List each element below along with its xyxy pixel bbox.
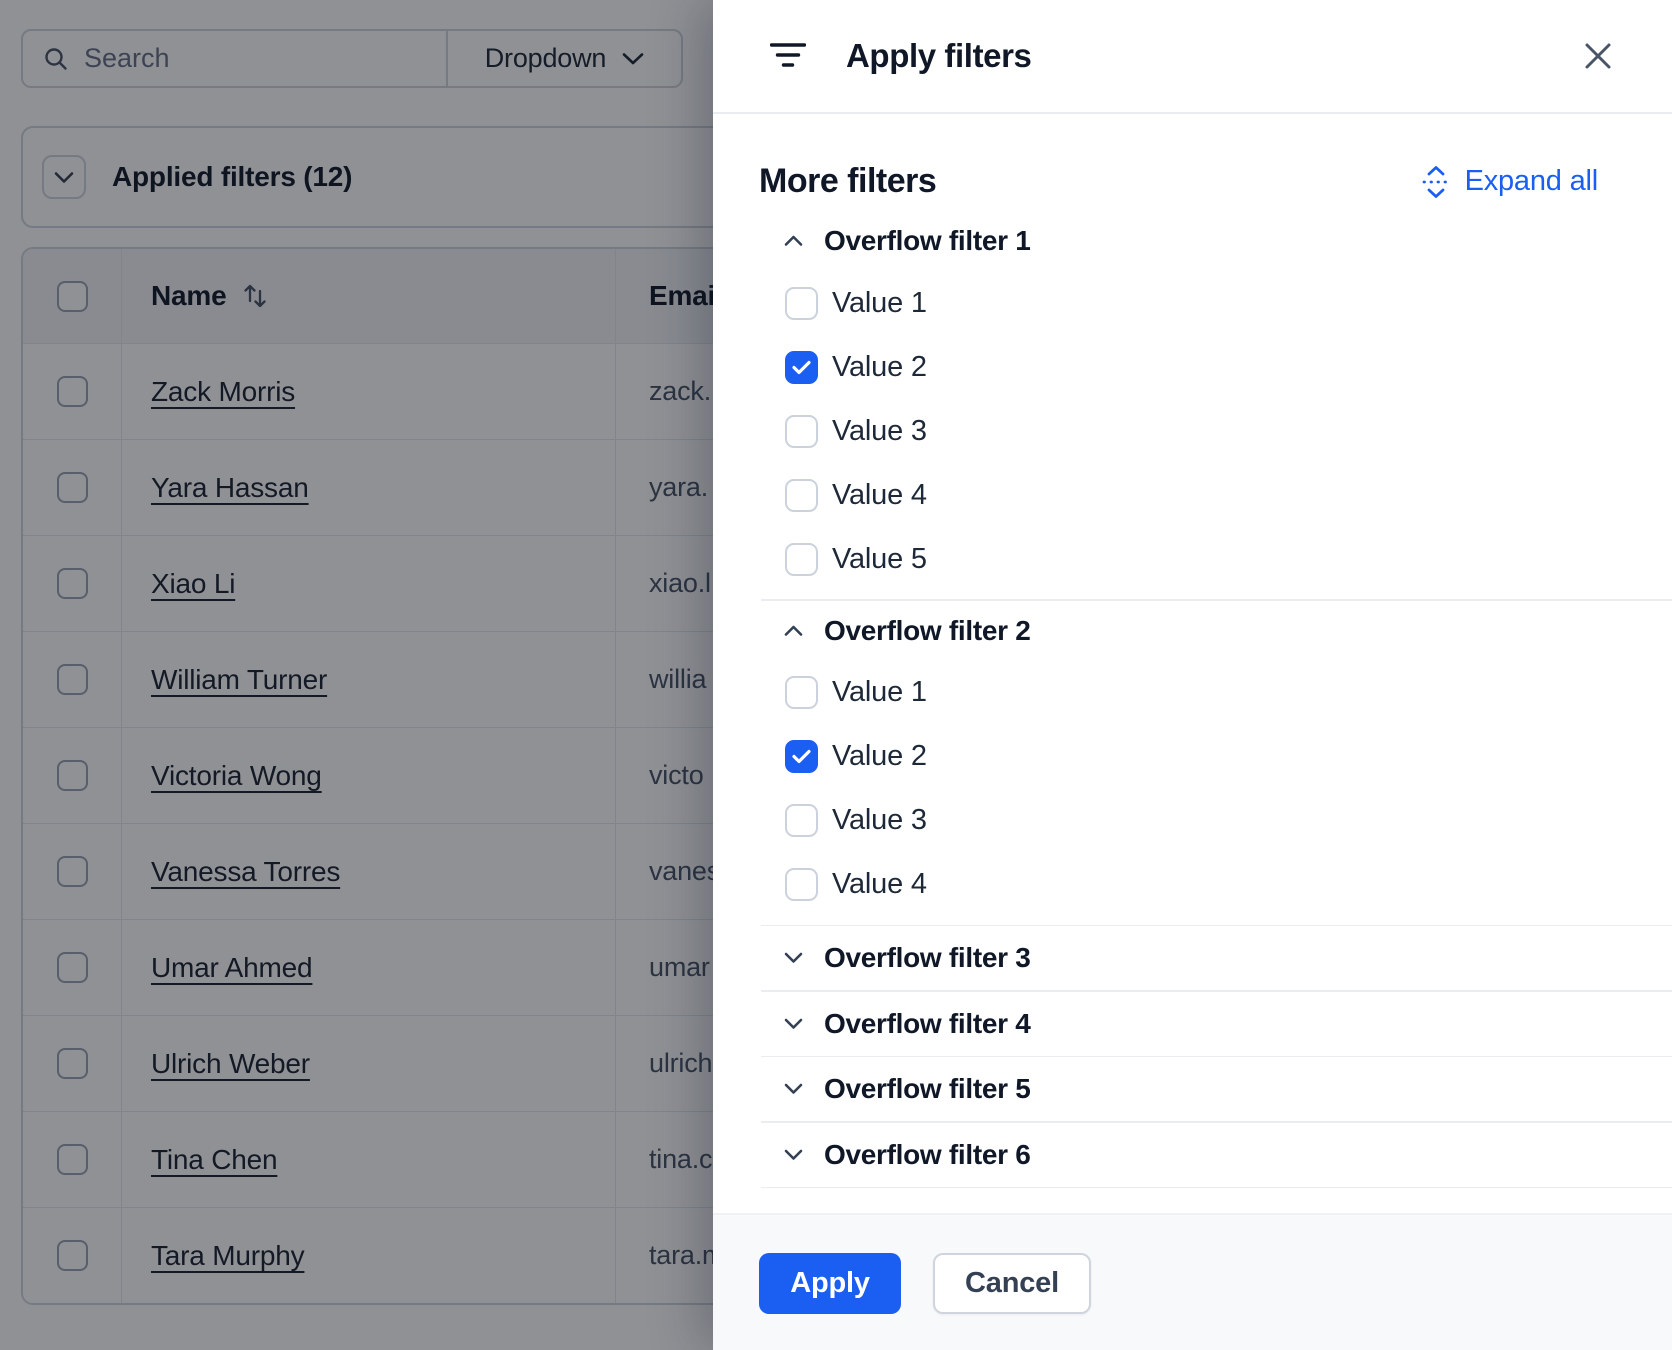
filter-value-row[interactable]: Value 1 [713, 661, 1672, 725]
value-label: Value 1 [832, 676, 927, 709]
filter-section: Overflow filter 6 [713, 1123, 1672, 1189]
checkmark-icon [792, 360, 811, 375]
filter-section-toggle[interactable]: Overflow filter 4 [713, 992, 1672, 1056]
filter-lines-icon [770, 41, 806, 71]
filter-section-title: Overflow filter 5 [824, 1073, 1031, 1105]
filter-value-row[interactable]: Value 2 [713, 335, 1672, 399]
filter-section-title: Overflow filter 4 [824, 1008, 1031, 1040]
filter-section: Overflow filter 4 [713, 992, 1672, 1058]
chevron-icon [784, 235, 803, 247]
close-button[interactable] [1576, 34, 1620, 78]
filter-section: Overflow filter 2 Value 1 Value 2 [713, 609, 1672, 927]
value-checkbox[interactable] [785, 351, 818, 384]
value-label: Value 2 [832, 740, 927, 773]
filter-sections: Overflow filter 1 Value 1 Value 2 [713, 219, 1672, 1188]
filter-value-row[interactable]: Value 5 [713, 527, 1672, 591]
filter-value-row[interactable]: Value 1 [713, 271, 1672, 335]
filter-section: Overflow filter 5 [713, 1057, 1672, 1123]
filter-section-toggle[interactable]: Overflow filter 2 [713, 609, 1672, 653]
value-label: Value 1 [832, 287, 927, 320]
page: Dropdown Applied filters (12) Name [0, 0, 1672, 1350]
filter-value-row[interactable]: Value 2 [713, 725, 1672, 789]
filter-value-row[interactable]: Value 4 [713, 853, 1672, 917]
value-checkbox[interactable] [785, 676, 818, 709]
section-divider [761, 599, 1672, 601]
value-checkbox[interactable] [785, 479, 818, 512]
drawer-header: Apply filters [713, 0, 1672, 114]
cancel-button[interactable]: Cancel [933, 1253, 1091, 1314]
filter-value-row[interactable]: Value 3 [713, 399, 1672, 463]
filter-section: Overflow filter 3 [713, 926, 1672, 992]
expand-all-label: Expand all [1465, 165, 1598, 198]
filter-section-toggle[interactable]: Overflow filter 5 [713, 1057, 1672, 1121]
value-label: Value 4 [832, 479, 927, 512]
value-checkbox[interactable] [785, 287, 818, 320]
filter-section-toggle[interactable]: Overflow filter 6 [713, 1123, 1672, 1187]
drawer-body: More filters Expand all Overflow fi [713, 114, 1672, 1213]
value-checkbox[interactable] [785, 740, 818, 773]
value-checkbox[interactable] [785, 415, 818, 448]
filter-section-title: Overflow filter 6 [824, 1139, 1031, 1171]
expand-all-button[interactable]: Expand all [1420, 165, 1598, 199]
chevron-icon [784, 625, 803, 637]
value-checkbox[interactable] [785, 868, 818, 901]
filter-value-row[interactable]: Value 4 [713, 463, 1672, 527]
chevron-icon [784, 1083, 803, 1095]
close-icon [1583, 41, 1613, 71]
expand-all-icon [1420, 165, 1452, 199]
value-checkbox[interactable] [785, 543, 818, 576]
value-label: Value 2 [832, 351, 927, 384]
drawer-footer: Apply Cancel [713, 1213, 1672, 1350]
value-label: Value 3 [832, 415, 927, 448]
filter-section-title: Overflow filter 1 [824, 225, 1031, 257]
value-label: Value 4 [832, 868, 927, 901]
filter-section: Overflow filter 1 Value 1 Value 2 [713, 219, 1672, 601]
apply-filters-drawer: Apply filters More filters Expand all [713, 0, 1672, 1350]
more-filters-heading: More filters [759, 162, 936, 201]
checkmark-icon [792, 749, 811, 764]
chevron-icon [784, 1018, 803, 1030]
value-label: Value 3 [832, 804, 927, 837]
filter-section-toggle[interactable]: Overflow filter 3 [713, 926, 1672, 990]
chevron-icon [784, 952, 803, 964]
filter-section-title: Overflow filter 3 [824, 942, 1031, 974]
drawer-title: Apply filters [846, 37, 1032, 75]
filter-section-title: Overflow filter 2 [824, 615, 1031, 647]
value-checkbox[interactable] [785, 804, 818, 837]
chevron-icon [784, 1149, 803, 1161]
apply-button[interactable]: Apply [759, 1253, 901, 1314]
value-label: Value 5 [832, 543, 927, 576]
filter-section-toggle[interactable]: Overflow filter 1 [713, 219, 1672, 263]
section-divider [761, 1187, 1672, 1189]
filter-value-row[interactable]: Value 3 [713, 789, 1672, 853]
